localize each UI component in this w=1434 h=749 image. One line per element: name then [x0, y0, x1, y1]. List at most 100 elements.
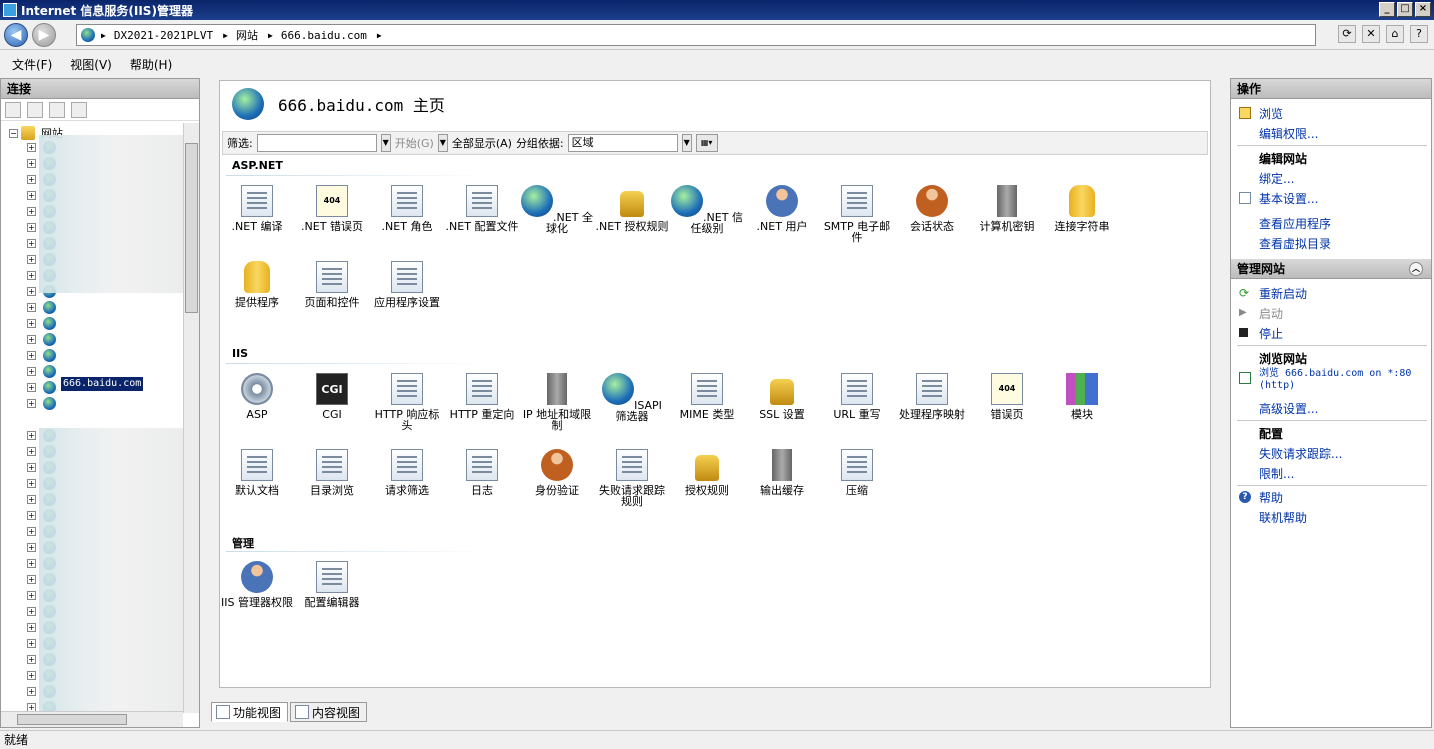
tree-node[interactable]: + — [27, 300, 56, 315]
tree-node[interactable]: + — [27, 332, 56, 347]
back-button[interactable]: ◀ — [4, 23, 28, 47]
tree-node-selected[interactable]: + — [27, 380, 56, 395]
feature-item[interactable]: 计算机密钥 — [970, 185, 1044, 232]
start-dropdown[interactable]: ▼ — [437, 134, 448, 152]
menu-help[interactable]: 帮助(H) — [130, 56, 172, 73]
filter-input[interactable] — [256, 134, 377, 152]
menu-view[interactable]: 视图(V) — [70, 56, 112, 73]
edit-site-title: 编辑网站 — [1259, 152, 1308, 166]
group-by-dropdown[interactable]: ▼ — [681, 134, 692, 152]
action-edit-permissions[interactable]: 编辑权限... — [1259, 125, 1318, 142]
feature-item[interactable]: ISAPI 筛选器 — [595, 373, 669, 422]
action-failed-request-tracing[interactable]: 失败请求跟踪... — [1259, 445, 1342, 462]
action-browse-url[interactable]: 浏览 666.baidu.com on *:80 (http) — [1259, 368, 1431, 392]
menu-file[interactable]: 文件(F) — [12, 56, 52, 73]
feature-item[interactable]: IIS 管理器权限 — [220, 561, 294, 608]
remove-connection-icon[interactable] — [71, 101, 87, 118]
action-browse[interactable]: 浏览 — [1259, 105, 1283, 122]
collapse-icon[interactable]: ︿ — [1409, 262, 1423, 276]
show-all-button[interactable]: 全部显示(A) — [452, 135, 512, 151]
selected-site-label[interactable]: 666.baidu.com — [61, 377, 144, 391]
feature-item[interactable]: HTTP 重定向 — [445, 373, 519, 420]
forward-button[interactable]: ▶ — [32, 23, 56, 47]
tab-features-view[interactable]: 功能视图 — [211, 702, 289, 722]
action-help[interactable]: 帮助 — [1259, 489, 1283, 506]
scroll-thumb[interactable] — [17, 714, 127, 725]
feature-item[interactable]: 配置编辑器 — [295, 561, 369, 608]
tree-node[interactable]: + — [27, 348, 56, 363]
feature-item[interactable]: 输出缓存 — [745, 449, 819, 496]
section-aspnet-title: ASP.NET — [232, 159, 283, 172]
help-icon[interactable]: ? — [1410, 25, 1428, 43]
filter-dropdown[interactable]: ▼ — [380, 134, 391, 152]
feature-item[interactable]: .NET 配置文件 — [445, 185, 519, 232]
stop-icon[interactable]: ✕ — [1362, 25, 1380, 43]
action-online-help[interactable]: 联机帮助 — [1259, 509, 1307, 526]
action-start[interactable]: 启动 — [1259, 305, 1283, 322]
feature-item[interactable]: 提供程序 — [220, 261, 294, 308]
feature-item[interactable]: MIME 类型 — [670, 373, 744, 420]
feature-item[interactable]: 请求筛选 — [370, 449, 444, 496]
feature-item[interactable]: 404 错误页 — [970, 373, 1044, 420]
start-button[interactable]: 开始(G) — [395, 135, 434, 151]
feature-item[interactable]: 压缩 — [820, 449, 894, 496]
action-limits[interactable]: 限制... — [1259, 465, 1294, 482]
up-folder-icon[interactable] — [49, 101, 65, 118]
collapse-icon[interactable]: − — [9, 128, 18, 138]
feature-item[interactable]: .NET 角色 — [370, 185, 444, 232]
feature-item[interactable]: 页面和控件 — [295, 261, 369, 308]
feature-item[interactable]: 应用程序设置 — [370, 261, 444, 308]
feature-item[interactable]: 目录浏览 — [295, 449, 369, 496]
feature-item[interactable]: 日志 — [445, 449, 519, 496]
tree-node[interactable]: + — [27, 316, 56, 331]
feature-item[interactable]: IP 地址和域限制 — [520, 373, 594, 431]
group-by-select[interactable]: 区域 — [567, 134, 678, 152]
feature-item[interactable]: 默认文档 — [220, 449, 294, 496]
tree-node[interactable]: + — [27, 364, 56, 379]
tab-content-view[interactable]: 内容视图 — [290, 702, 368, 722]
refresh-icon[interactable]: ⟳ — [1338, 25, 1356, 43]
action-basic-settings[interactable]: 基本设置... — [1259, 190, 1318, 207]
feature-item[interactable]: 授权规则 — [670, 449, 744, 496]
tree-vertical-scrollbar[interactable] — [183, 123, 199, 713]
crumb-server[interactable]: DX2021-2021PLVT — [114, 29, 213, 42]
save-icon[interactable] — [27, 101, 43, 118]
feature-item[interactable]: 404 .NET 错误页 — [295, 185, 369, 232]
action-bindings[interactable]: 绑定... — [1259, 170, 1294, 187]
feature-item[interactable]: 连接字符串 — [1045, 185, 1119, 232]
feature-item[interactable]: .NET 全球化 — [520, 185, 594, 234]
feature-item[interactable]: 会话状态 — [895, 185, 969, 232]
action-stop[interactable]: 停止 — [1259, 325, 1283, 342]
action-restart[interactable]: 重新启动 — [1259, 285, 1307, 302]
tree-node[interactable]: + — [27, 396, 56, 411]
feature-item[interactable]: .NET 信任级别 — [670, 185, 744, 234]
maximize-button[interactable]: □ — [1397, 2, 1413, 17]
page-title: 666.baidu.com 主页 — [278, 96, 445, 115]
action-advanced-settings[interactable]: 高级设置... — [1259, 400, 1318, 417]
minimize-button[interactable]: _ — [1379, 2, 1395, 17]
crumb-sites[interactable]: 网站 — [236, 27, 258, 43]
feature-item[interactable]: CGI CGI — [295, 373, 369, 420]
feature-item[interactable]: 模块 — [1045, 373, 1119, 420]
crumb-site[interactable]: 666.baidu.com — [281, 29, 367, 42]
feature-item[interactable]: 身份验证 — [520, 449, 594, 496]
scroll-thumb[interactable] — [185, 143, 198, 313]
action-view-vdirs[interactable]: 查看虚拟目录 — [1259, 235, 1331, 252]
feature-item[interactable]: ASP — [220, 373, 294, 420]
feature-item[interactable]: SSL 设置 — [745, 373, 819, 420]
feature-item[interactable]: 失败请求跟踪规则 — [595, 449, 669, 507]
tree-horizontal-scrollbar[interactable] — [1, 711, 183, 727]
connect-icon[interactable] — [5, 101, 21, 118]
feature-item[interactable]: 处理程序映射 — [895, 373, 969, 420]
close-button[interactable]: × — [1415, 2, 1431, 17]
feature-item[interactable]: .NET 编译 — [220, 185, 294, 232]
home-icon[interactable]: ⌂ — [1386, 25, 1404, 43]
feature-item[interactable]: .NET 授权规则 — [595, 185, 669, 232]
feature-item[interactable]: SMTP 电子邮件 — [820, 185, 894, 243]
feature-item[interactable]: .NET 用户 — [745, 185, 819, 232]
action-view-apps[interactable]: 查看应用程序 — [1259, 215, 1331, 232]
view-options-icon[interactable]: ▦▾ — [695, 134, 718, 152]
feature-item[interactable]: URL 重写 — [820, 373, 894, 420]
address-path[interactable]: ▶ DX2021-2021PLVT ▶ 网站 ▶ 666.baidu.com ▶ — [76, 24, 1316, 46]
feature-item[interactable]: HTTP 响应标头 — [370, 373, 444, 431]
